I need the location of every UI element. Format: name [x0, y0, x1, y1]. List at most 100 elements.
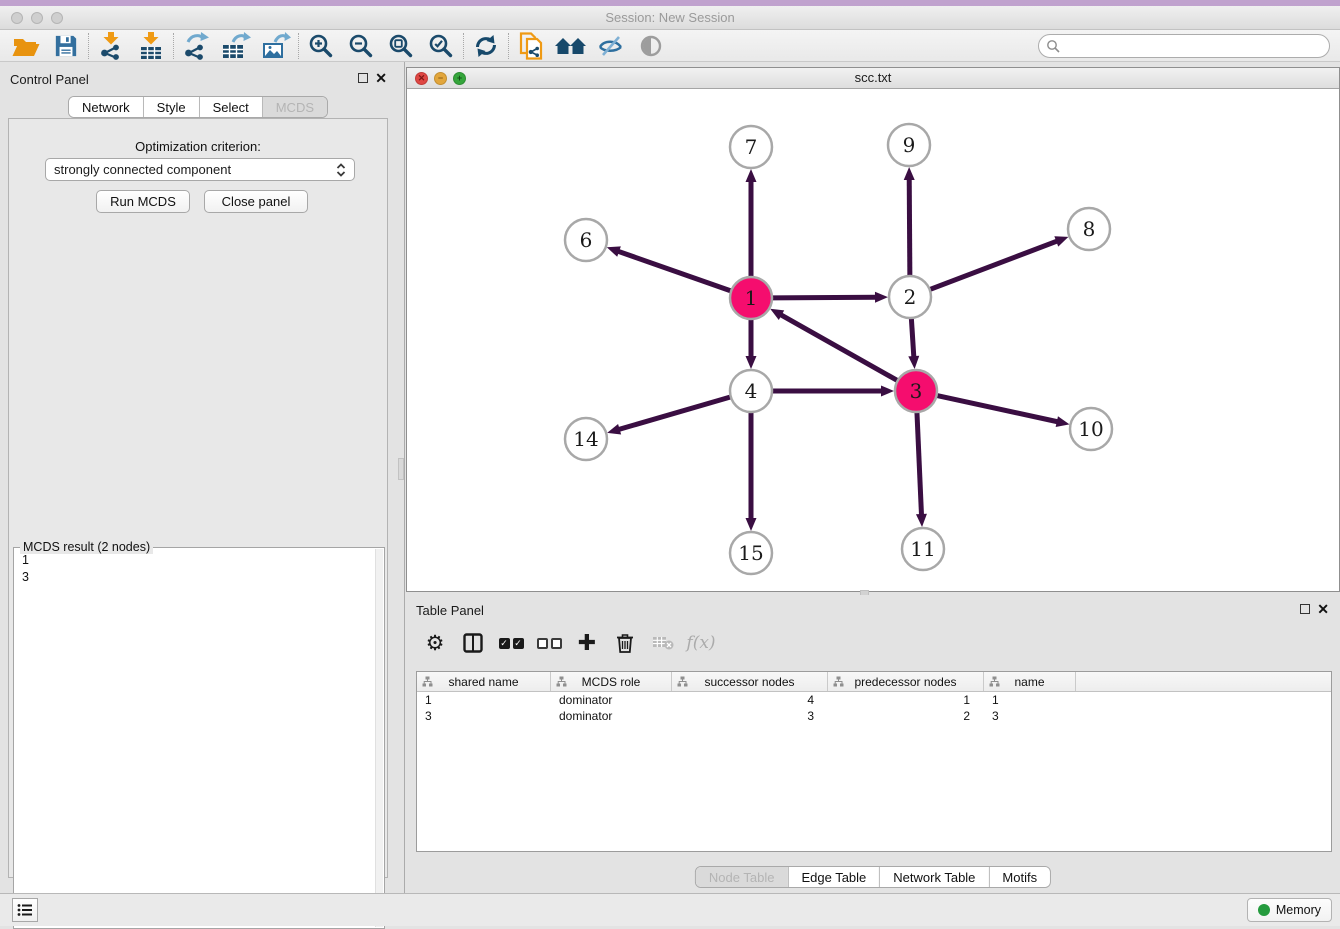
- split-divider-vertical[interactable]: [404, 62, 405, 893]
- window-close-icon[interactable]: ✕: [415, 72, 428, 85]
- graph-edge-2-9[interactable]: [909, 178, 910, 276]
- deselect-all-columns-icon[interactable]: [530, 626, 568, 660]
- mcds-tab-content: Optimization criterion: strongly connect…: [8, 118, 388, 878]
- close-panel-button[interactable]: Close panel: [204, 190, 308, 213]
- refresh-icon[interactable]: [466, 31, 506, 61]
- export-network-icon[interactable]: [176, 31, 216, 61]
- mcds-result-textarea[interactable]: 13: [15, 552, 375, 927]
- delete-row-icon[interactable]: [606, 626, 644, 660]
- tab-style[interactable]: Style: [143, 97, 199, 117]
- run-mcds-button[interactable]: Run MCDS: [96, 190, 190, 213]
- app-zoom-button[interactable]: [51, 12, 63, 24]
- export-table-icon[interactable]: [216, 31, 256, 61]
- first-neighbors-icon[interactable]: [551, 31, 591, 61]
- float-table-panel-icon[interactable]: [1300, 604, 1310, 614]
- graph-edge-1-2[interactable]: [772, 297, 877, 298]
- graph-node-label: 8: [1083, 217, 1096, 241]
- window-maximize-icon[interactable]: +: [453, 72, 466, 85]
- graph-edge-2-8[interactable]: [930, 241, 1059, 290]
- tab-motifs[interactable]: Motifs: [988, 867, 1050, 887]
- app-titlebar: Session: New Session: [0, 6, 1340, 30]
- graph-edge-4-14[interactable]: [618, 397, 731, 430]
- app-minimize-button[interactable]: [31, 12, 43, 24]
- app-close-button[interactable]: [11, 12, 23, 24]
- hide-selected-icon[interactable]: [591, 31, 631, 61]
- task-history-button[interactable]: [12, 898, 38, 922]
- clone-network-icon[interactable]: [511, 31, 551, 61]
- graph-edge-3-10[interactable]: [937, 395, 1059, 422]
- float-panel-icon[interactable]: [358, 73, 368, 83]
- table-panel-title: Table Panel: [416, 603, 484, 618]
- table-cell: 1: [828, 692, 984, 708]
- add-row-icon[interactable]: ✚: [568, 626, 606, 660]
- search-icon: [1046, 39, 1060, 53]
- mcds-result-box: MCDS result (2 nodes) 13: [13, 547, 385, 929]
- table-cell: 2: [828, 708, 984, 724]
- column-header-name[interactable]: name: [984, 672, 1076, 691]
- column-header-successor-nodes[interactable]: successor nodes: [672, 672, 828, 691]
- select-all-columns-icon[interactable]: ✓✓: [492, 626, 530, 660]
- split-panel-icon[interactable]: [454, 626, 492, 660]
- app-title: Session: New Session: [0, 6, 1340, 30]
- delete-table-icon: [644, 626, 682, 660]
- window-minimize-icon[interactable]: −: [434, 72, 447, 85]
- column-header-predecessor-nodes[interactable]: predecessor nodes: [828, 672, 984, 691]
- mcds-result-line: 3: [22, 569, 375, 586]
- result-scrollbar[interactable]: [375, 549, 383, 927]
- import-table-icon[interactable]: [131, 31, 171, 61]
- import-network-icon[interactable]: [91, 31, 131, 61]
- graph-node-label: 3: [910, 379, 923, 403]
- close-table-panel-icon[interactable]: ✕: [1317, 601, 1329, 618]
- table-cell: 4: [672, 692, 828, 708]
- graph-edge-arrowhead: [607, 246, 621, 256]
- settings-gear-icon[interactable]: ⚙: [416, 626, 454, 660]
- zoom-selected-icon[interactable]: [421, 31, 461, 61]
- network-window-titlebar[interactable]: ✕ − + scc.txt: [407, 68, 1339, 89]
- save-session-icon[interactable]: [46, 31, 86, 61]
- table-cell: 3: [417, 708, 551, 724]
- zoom-in-icon[interactable]: [301, 31, 341, 61]
- column-header-MCDS-role[interactable]: MCDS role: [551, 672, 672, 691]
- search-input[interactable]: [1060, 39, 1310, 53]
- table-toolbar: ⚙ ✓✓ ✚: [416, 623, 720, 663]
- export-image-icon[interactable]: [256, 31, 296, 61]
- graph-node-label: 10: [1078, 417, 1103, 441]
- zoom-fit-icon[interactable]: [381, 31, 421, 61]
- graph-edge-1-6[interactable]: [617, 251, 731, 291]
- tab-select[interactable]: Select: [199, 97, 262, 117]
- close-panel-icon[interactable]: ✕: [375, 70, 387, 87]
- node-table: shared nameMCDS rolesuccessor nodesprede…: [416, 671, 1332, 852]
- table-cell: 1: [984, 692, 1076, 708]
- graph-edge-arrowhead: [908, 356, 919, 369]
- graph-edge-2-3[interactable]: [911, 318, 914, 358]
- graph-edge-arrowhead: [1056, 416, 1070, 427]
- zoom-out-icon[interactable]: [341, 31, 381, 61]
- table-panel-tabs: Node TableEdge TableNetwork TableMotifs: [695, 866, 1051, 888]
- column-header-shared-name[interactable]: shared name: [417, 672, 551, 691]
- task-list-icon: [17, 903, 33, 917]
- memory-button-label: Memory: [1276, 903, 1321, 917]
- tab-mcds[interactable]: MCDS: [262, 97, 327, 117]
- tab-network[interactable]: Network: [69, 97, 143, 117]
- control-panel-header: Control Panel ✕: [0, 62, 396, 94]
- tab-network-table[interactable]: Network Table: [879, 867, 988, 887]
- graph-edge-arrowhead: [746, 518, 757, 531]
- network-window-title: scc.txt: [407, 68, 1339, 88]
- graph-node-label: 6: [580, 228, 593, 252]
- graph-edge-3-11[interactable]: [917, 412, 922, 516]
- optimization-criterion-label: Optimization criterion:: [9, 139, 387, 154]
- split-divider-handle[interactable]: [398, 458, 404, 480]
- table-row[interactable]: 3dominator323: [417, 708, 1331, 724]
- table-row[interactable]: 1dominator411: [417, 692, 1331, 708]
- criterion-dropdown[interactable]: strongly connected component: [45, 158, 355, 181]
- open-session-icon[interactable]: [6, 31, 46, 61]
- memory-button[interactable]: Memory: [1247, 898, 1332, 922]
- control-panel: Control Panel ✕ NetworkStyleSelectMCDS O…: [0, 62, 396, 893]
- control-panel-tabs: NetworkStyleSelectMCDS: [68, 96, 328, 118]
- graph-edge-3-1[interactable]: [780, 314, 898, 380]
- network-graph-canvas[interactable]: 7968124314101511: [407, 89, 1339, 591]
- tab-node-table[interactable]: Node Table: [696, 867, 788, 887]
- search-field[interactable]: [1038, 34, 1330, 58]
- tab-edge-table[interactable]: Edge Table: [787, 867, 879, 887]
- table-header-row: shared nameMCDS rolesuccessor nodesprede…: [417, 672, 1331, 692]
